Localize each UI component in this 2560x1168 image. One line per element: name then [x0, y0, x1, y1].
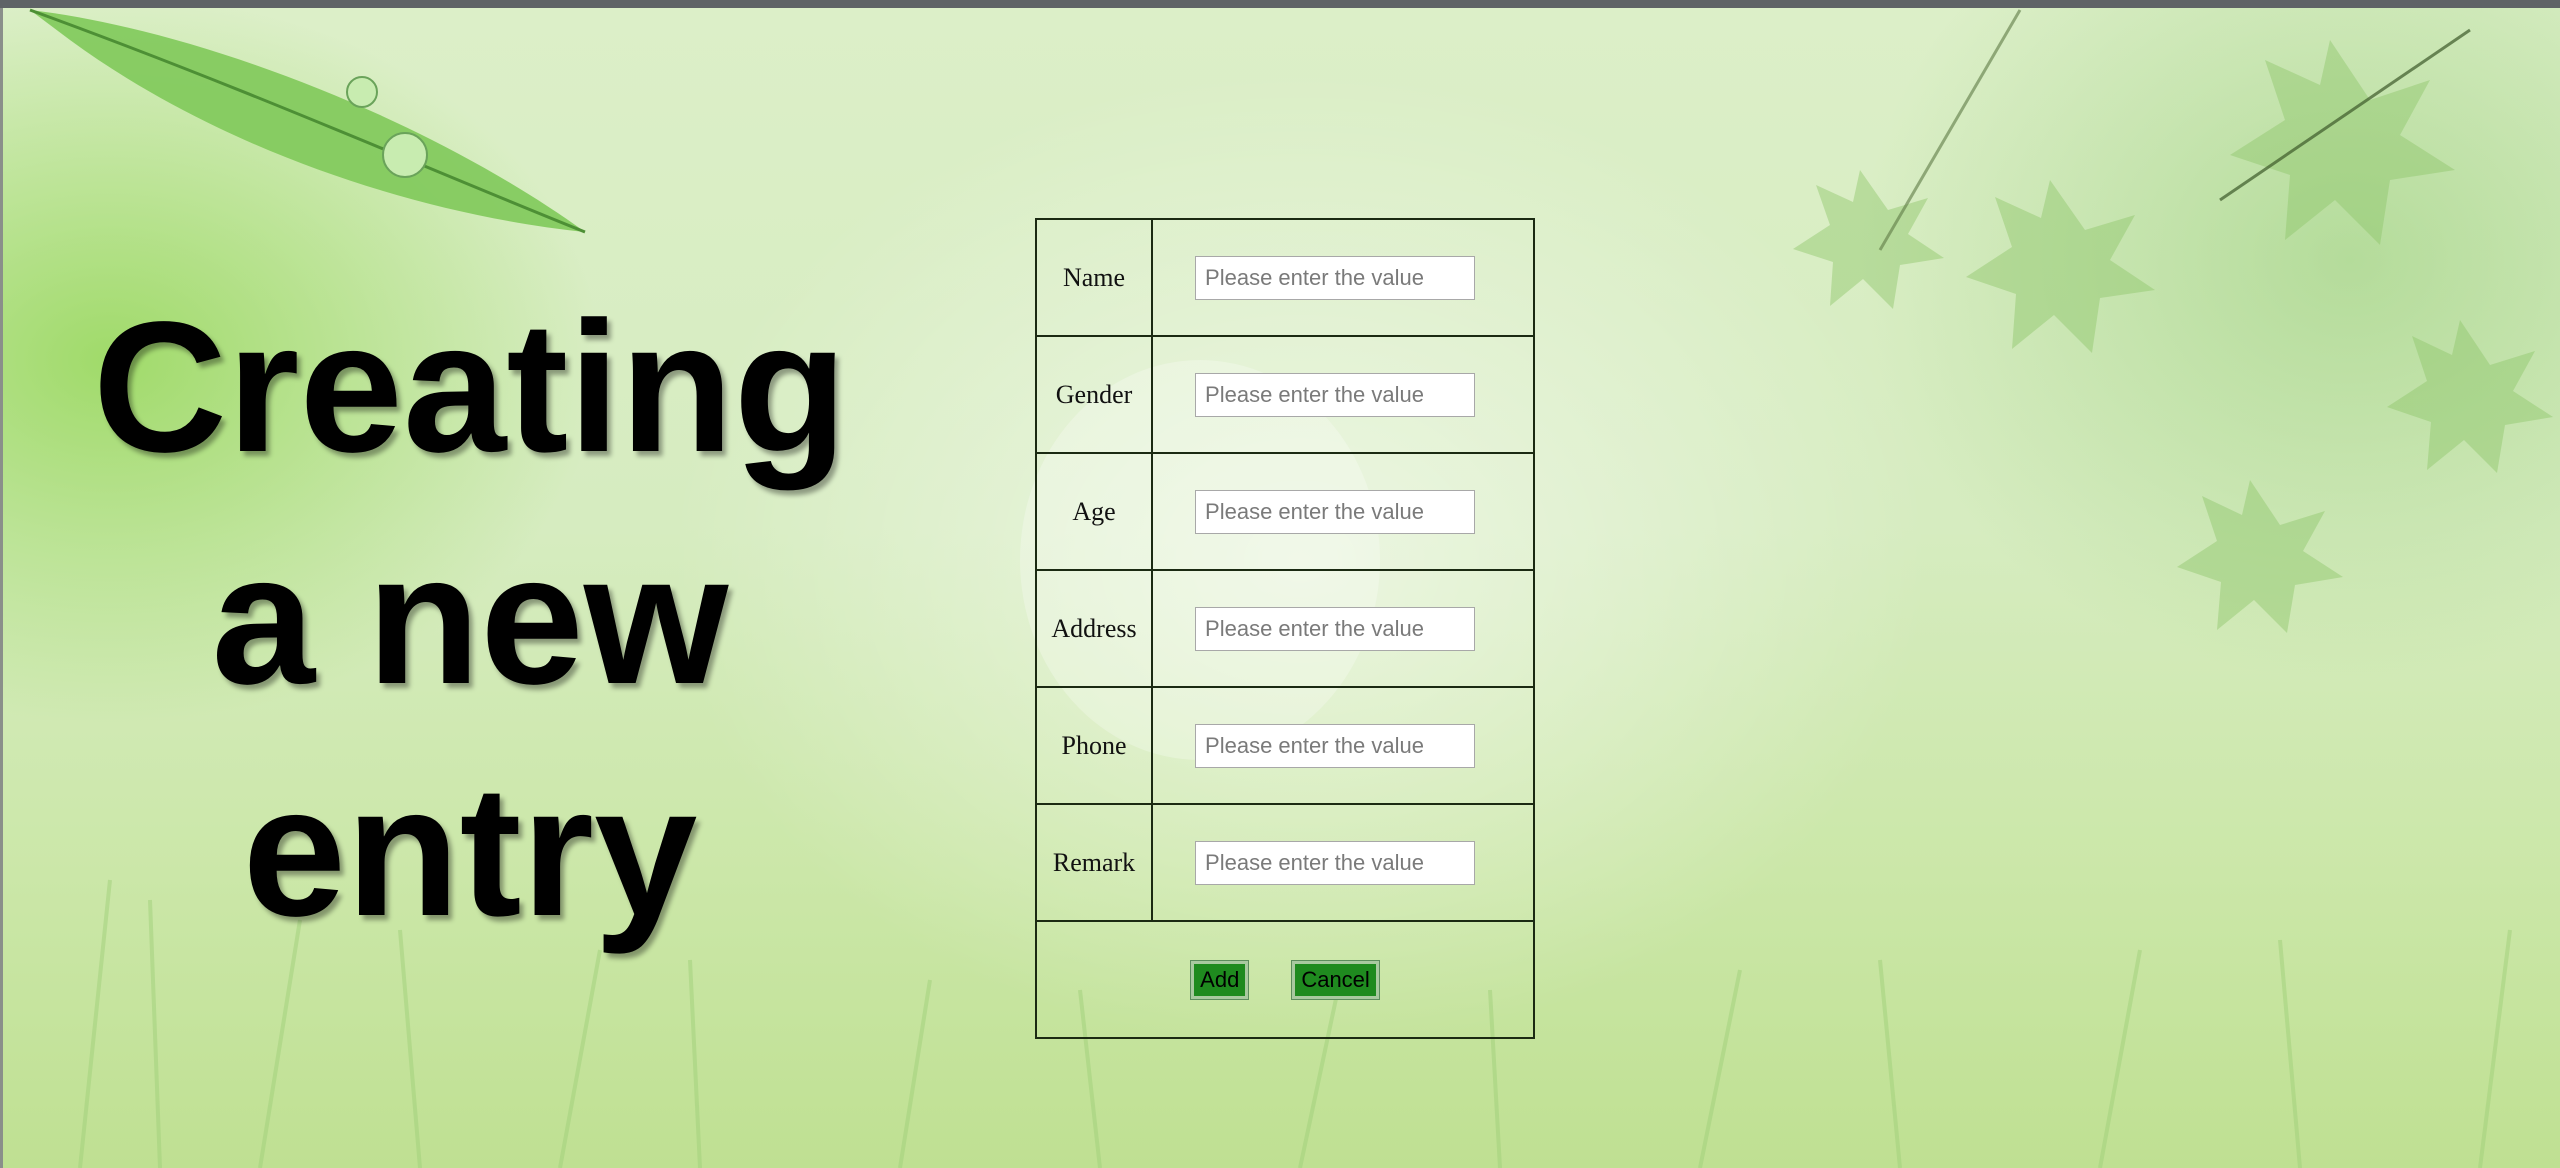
form-row-remark: Remark	[1034, 803, 1535, 922]
remark-input[interactable]	[1195, 840, 1476, 885]
remark-cell	[1151, 803, 1535, 922]
form-row-address: Address	[1034, 569, 1535, 688]
window-top-bar	[0, 0, 2560, 8]
page-title: Creating a new entry	[30, 272, 910, 968]
phone-input[interactable]	[1195, 723, 1476, 768]
age-label: Age	[1034, 452, 1154, 571]
phone-cell	[1151, 686, 1535, 805]
page-title-line-1: Creating	[92, 284, 848, 491]
gender-input[interactable]	[1195, 372, 1476, 417]
form-row-gender: Gender	[1034, 335, 1535, 454]
name-label: Name	[1034, 218, 1154, 337]
gender-cell	[1151, 335, 1535, 454]
form-row-actions: Add Cancel	[1035, 920, 1535, 1039]
name-input[interactable]	[1195, 255, 1476, 300]
address-label: Address	[1034, 569, 1154, 688]
form-row-age: Age	[1034, 452, 1535, 571]
age-cell	[1151, 452, 1535, 571]
name-cell	[1151, 218, 1535, 337]
form-row-phone: Phone	[1034, 686, 1535, 805]
address-input[interactable]	[1195, 606, 1476, 651]
entry-form-table: Name Gender Age Address Phone Remark	[1034, 218, 1535, 1039]
page-title-line-3: entry	[242, 748, 698, 955]
page-title-line-2: a new	[211, 516, 729, 723]
gender-label: Gender	[1034, 335, 1154, 454]
window-left-edge	[0, 8, 3, 1168]
address-cell	[1151, 569, 1535, 688]
remark-label: Remark	[1034, 803, 1154, 922]
form-row-name: Name	[1034, 218, 1535, 337]
actions-cell: Add Cancel	[1035, 920, 1535, 1039]
phone-label: Phone	[1034, 686, 1154, 805]
add-button[interactable]: Add	[1191, 960, 1249, 999]
cancel-button[interactable]: Cancel	[1292, 960, 1379, 999]
age-input[interactable]	[1195, 489, 1476, 534]
